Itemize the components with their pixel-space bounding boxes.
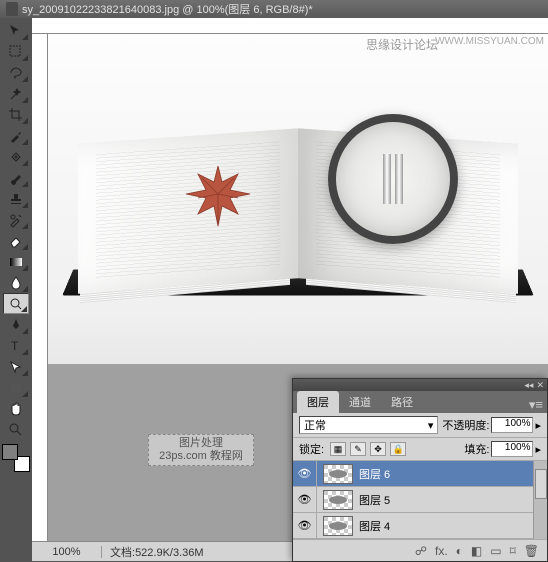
tab-channels[interactable]: 通道 bbox=[339, 391, 381, 413]
new-layer-icon[interactable]: ⌑ bbox=[510, 544, 516, 558]
layer-name[interactable]: 图层 4 bbox=[359, 518, 390, 534]
eyedropper-tool[interactable] bbox=[3, 125, 29, 146]
lock-position-icon[interactable]: ✥ bbox=[370, 442, 386, 456]
layer-thumbnail[interactable] bbox=[323, 464, 353, 484]
wand-tool[interactable] bbox=[3, 83, 29, 104]
maple-leaf-graphic bbox=[178, 154, 258, 234]
tab-paths[interactable]: 路径 bbox=[381, 391, 423, 413]
opacity-input[interactable]: 100% bbox=[491, 417, 533, 433]
watermark-url: WWW.MISSYUAN.COM bbox=[435, 36, 544, 47]
move-tool[interactable] bbox=[3, 20, 29, 41]
blend-mode-select[interactable]: 正常 ▾ bbox=[299, 416, 438, 434]
visibility-toggle[interactable]: 👁 bbox=[293, 461, 317, 486]
layer-name[interactable]: 图层 5 bbox=[359, 492, 390, 508]
document-title: sy_20091022233821640083.jpg @ 100%(图层 6,… bbox=[22, 1, 313, 17]
visibility-toggle[interactable]: 👁 bbox=[293, 513, 317, 538]
layer-effects-icon[interactable]: fx. bbox=[435, 544, 448, 558]
lock-transparency-icon[interactable]: ▦ bbox=[330, 442, 346, 456]
lock-fill-row: 锁定: ▦ ✎ ✥ 🔒 填充: 100% ▸ bbox=[293, 437, 547, 461]
panel-close-icon[interactable]: ✕ bbox=[536, 380, 544, 391]
magnifier-graphic bbox=[328, 114, 458, 244]
fill-input[interactable]: 100% bbox=[491, 441, 533, 457]
hand-tool[interactable] bbox=[3, 398, 29, 419]
vertical-ruler bbox=[32, 34, 48, 561]
history-brush-tool[interactable] bbox=[3, 209, 29, 230]
layer-mask-icon[interactable]: ◐ bbox=[456, 544, 463, 558]
brush-tool[interactable] bbox=[3, 167, 29, 188]
path-tool[interactable] bbox=[3, 356, 29, 377]
panel-menu-icon[interactable]: ▾≡ bbox=[529, 397, 543, 413]
layer-name[interactable]: 图层 6 bbox=[359, 466, 390, 482]
pen-tool[interactable] bbox=[3, 314, 29, 335]
panel-titlebar[interactable]: ◂◂ ✕ bbox=[293, 379, 547, 391]
rectangle-tool[interactable] bbox=[3, 377, 29, 398]
dodge-tool[interactable] bbox=[3, 293, 29, 314]
foreground-color-swatch[interactable] bbox=[2, 444, 18, 460]
chevron-down-icon: ▾ bbox=[428, 419, 434, 432]
panel-tabs: 图层 通道 路径 ▾≡ bbox=[293, 391, 547, 413]
link-layers-icon[interactable]: ☍ bbox=[415, 544, 427, 558]
scrollbar[interactable] bbox=[533, 461, 547, 539]
eraser-tool[interactable] bbox=[3, 230, 29, 251]
layer-thumbnail[interactable] bbox=[323, 490, 353, 510]
blur-tool[interactable] bbox=[3, 272, 29, 293]
watermark-line2: 23ps.com 教程网 bbox=[149, 450, 253, 463]
blend-opacity-row: 正常 ▾ 不透明度: 100% ▸ bbox=[293, 413, 547, 437]
panel-collapse-icon[interactable]: ◂◂ bbox=[524, 380, 533, 391]
tab-indicator bbox=[6, 2, 18, 16]
lock-all-icon[interactable]: 🔒 bbox=[390, 442, 406, 456]
blend-mode-value: 正常 bbox=[304, 417, 326, 433]
document-image: 思缘设计论坛 WWW.MISSYUAN.COM bbox=[48, 34, 548, 364]
zoom-level[interactable]: 100% bbox=[32, 546, 102, 558]
watermark-line1: 图片处理 bbox=[149, 437, 253, 450]
type-tool[interactable]: T bbox=[3, 335, 29, 356]
healing-tool[interactable] bbox=[3, 146, 29, 167]
stamp-tool[interactable] bbox=[3, 188, 29, 209]
layer-row[interactable]: 👁 图层 5 bbox=[293, 487, 547, 513]
document-size: 文档:522.9K/3.36M bbox=[102, 544, 212, 560]
tab-layers[interactable]: 图层 bbox=[297, 391, 339, 413]
opacity-label: 不透明度: bbox=[442, 417, 489, 433]
layers-panel: ◂◂ ✕ 图层 通道 路径 ▾≡ 正常 ▾ 不透明度: 100% ▸ 锁定: ▦… bbox=[292, 378, 548, 562]
lock-label: 锁定: bbox=[299, 441, 324, 457]
opacity-flyout-icon[interactable]: ▸ bbox=[535, 419, 541, 432]
adjustment-layer-icon[interactable]: ◧ bbox=[471, 544, 482, 558]
crop-tool[interactable] bbox=[3, 104, 29, 125]
watermark-box: 图片处理 23ps.com 教程网 bbox=[148, 434, 254, 466]
gradient-tool[interactable] bbox=[3, 251, 29, 272]
zoom-tool[interactable] bbox=[3, 419, 29, 440]
visibility-toggle[interactable]: 👁 bbox=[293, 487, 317, 512]
group-icon[interactable]: ▭ bbox=[490, 544, 501, 558]
lasso-tool[interactable] bbox=[3, 62, 29, 83]
document-title-bar: sy_20091022233821640083.jpg @ 100%(图层 6,… bbox=[0, 0, 548, 18]
scrollbar-thumb[interactable] bbox=[535, 469, 547, 499]
layer-row[interactable]: 👁 图层 4 bbox=[293, 513, 547, 539]
marquee-tool[interactable] bbox=[3, 41, 29, 62]
lock-pixels-icon[interactable]: ✎ bbox=[350, 442, 366, 456]
watermark-forum: 思缘设计论坛 bbox=[366, 36, 438, 53]
fill-flyout-icon[interactable]: ▸ bbox=[535, 443, 541, 456]
layer-thumbnail[interactable] bbox=[323, 516, 353, 536]
fill-label: 填充: bbox=[464, 441, 489, 457]
horizontal-ruler bbox=[32, 18, 548, 34]
layer-list: 👁 图层 6 👁 图层 5 👁 图层 4 bbox=[293, 461, 547, 539]
delete-layer-icon[interactable]: 🗑 bbox=[524, 544, 539, 558]
toolbox: T bbox=[0, 18, 32, 561]
layers-footer: ☍ fx. ◐ ◧ ▭ ⌑ 🗑 bbox=[293, 539, 547, 561]
svg-text:T: T bbox=[11, 339, 19, 353]
layer-row[interactable]: 👁 图层 6 bbox=[293, 461, 547, 487]
color-swatches[interactable] bbox=[2, 444, 30, 472]
